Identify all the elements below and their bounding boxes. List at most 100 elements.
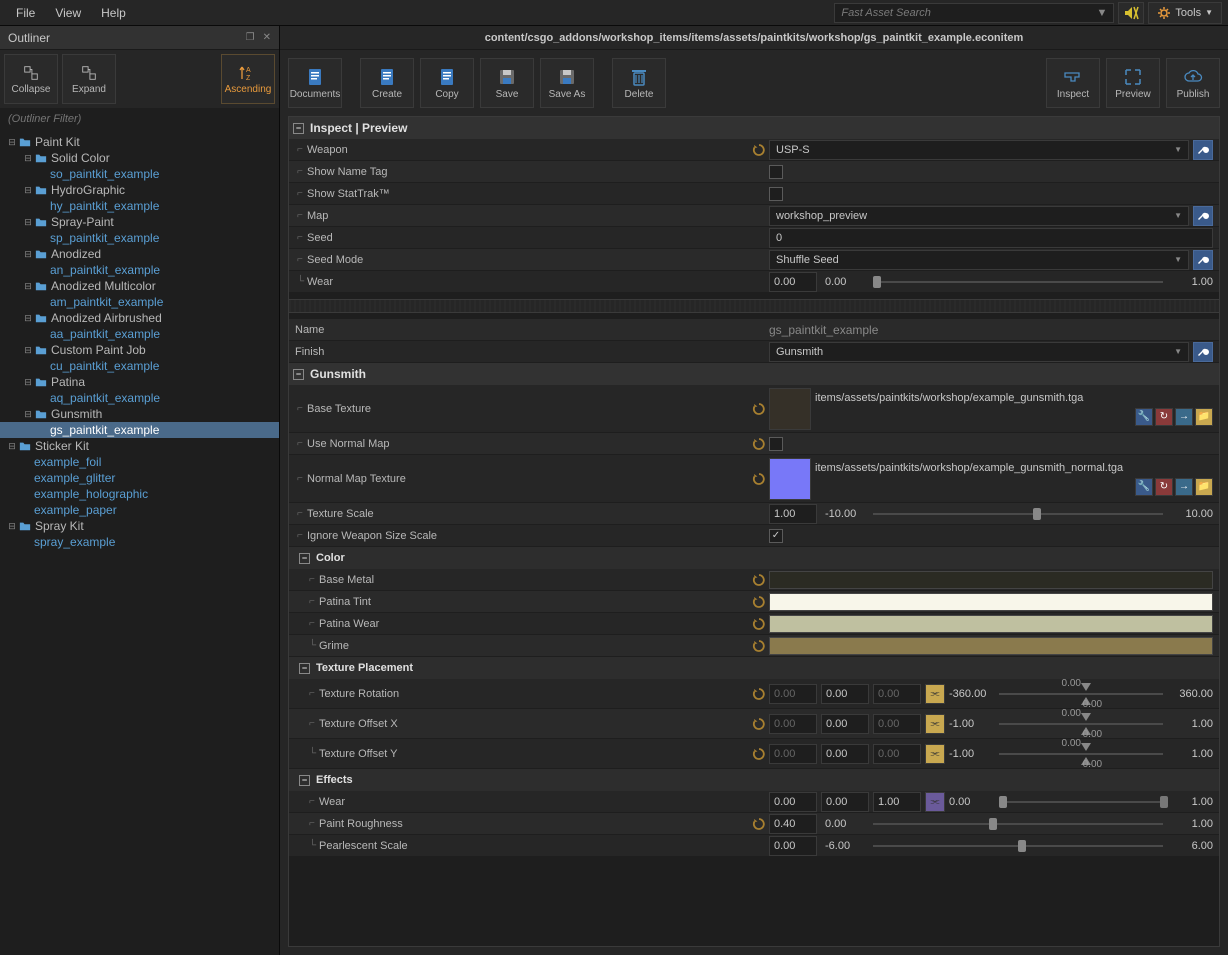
create-button[interactable]: Create <box>360 58 414 108</box>
section-effects[interactable]: −Effects <box>289 769 1219 791</box>
patina-tint-swatch[interactable] <box>769 593 1213 611</box>
refresh-button[interactable] <box>749 140 769 160</box>
rotation-v0[interactable]: 0.00 <box>769 684 817 704</box>
tree-item[interactable]: ⊟Spray-Paint <box>0 214 279 230</box>
wear-eff-v2[interactable]: 1.00 <box>873 792 921 812</box>
ascending-button[interactable]: Ascending <box>221 54 275 104</box>
expand-toggle[interactable]: ⊟ <box>6 137 18 148</box>
refresh-button[interactable] <box>749 592 769 612</box>
open-button[interactable]: → <box>1175 408 1193 426</box>
tree-item[interactable]: spray_example <box>0 534 279 550</box>
copy-button[interactable]: Copy <box>420 58 474 108</box>
refresh-button[interactable] <box>749 636 769 656</box>
tree-item[interactable]: sp_paintkit_example <box>0 230 279 246</box>
base-texture-thumb[interactable] <box>769 388 811 430</box>
tree-item[interactable]: am_paintkit_example <box>0 294 279 310</box>
search-input[interactable]: Fast Asset Search▼ <box>834 3 1114 23</box>
tree-item[interactable]: ⊟Custom Paint Job <box>0 342 279 358</box>
link-button[interactable]: ⫘ <box>925 792 945 812</box>
expand-toggle[interactable]: ⊟ <box>22 345 34 356</box>
rotation-v2[interactable]: 0.00 <box>873 684 921 704</box>
expand-toggle[interactable]: ⊟ <box>22 185 34 196</box>
save-button[interactable]: Save <box>480 58 534 108</box>
tree-item[interactable]: example_paper <box>0 502 279 518</box>
offset-y-v2[interactable]: 0.00 <box>873 744 921 764</box>
base-metal-swatch[interactable] <box>769 571 1213 589</box>
section-inspect-preview[interactable]: −Inspect | Preview <box>289 117 1219 139</box>
ignore-size-checkbox[interactable] <box>769 529 783 543</box>
tree-item[interactable]: ⊟Patina <box>0 374 279 390</box>
offset-x-slider[interactable]: 0.00 0.00 <box>999 710 1163 738</box>
tree-item[interactable]: an_paintkit_example <box>0 262 279 278</box>
rotation-v1[interactable]: 0.00 <box>821 684 869 704</box>
preview-button[interactable]: Preview <box>1106 58 1160 108</box>
tree-item[interactable]: ⊟Anodized <box>0 246 279 262</box>
offset-x-v1[interactable]: 0.00 <box>821 714 869 734</box>
reload-button[interactable]: ↻ <box>1155 408 1173 426</box>
finish-select[interactable]: Gunsmith▼ <box>769 342 1189 362</box>
dock-icon[interactable]: ❐ <box>246 32 255 43</box>
offset-x-v0[interactable]: 0.00 <box>769 714 817 734</box>
expand-toggle[interactable]: ⊟ <box>22 377 34 388</box>
inspect-button[interactable]: Inspect <box>1046 58 1100 108</box>
tree-item[interactable]: ⊟Anodized Airbrushed <box>0 310 279 326</box>
refresh-button[interactable] <box>749 399 769 419</box>
tree-item[interactable]: aq_paintkit_example <box>0 390 279 406</box>
expand-toggle[interactable]: ⊟ <box>6 441 18 452</box>
tree-item[interactable]: ⊟Solid Color <box>0 150 279 166</box>
weapon-select[interactable]: USP-S▼ <box>769 140 1189 160</box>
patina-wear-swatch[interactable] <box>769 615 1213 633</box>
expand-toggle[interactable]: ⊟ <box>22 313 34 324</box>
refresh-button[interactable] <box>749 469 769 489</box>
wrench-button[interactable] <box>1193 250 1213 270</box>
refresh-button[interactable] <box>749 814 769 834</box>
wrench-button[interactable] <box>1193 206 1213 226</box>
tree-item[interactable]: so_paintkit_example <box>0 166 279 182</box>
outliner-tree[interactable]: ⊟Paint Kit⊟Solid Colorso_paintkit_exampl… <box>0 130 279 955</box>
wrench-button[interactable] <box>1193 140 1213 160</box>
seed-input[interactable]: 0 <box>769 228 1213 248</box>
outliner-filter[interactable] <box>0 108 279 130</box>
grime-swatch[interactable] <box>769 637 1213 655</box>
delete-button[interactable]: Delete <box>612 58 666 108</box>
tree-item[interactable]: gs_paintkit_example <box>0 422 279 438</box>
browse-button[interactable]: 📁 <box>1195 478 1213 496</box>
refresh-button[interactable] <box>749 744 769 764</box>
wear-eff-slider[interactable] <box>999 792 1163 812</box>
offset-y-v1[interactable]: 0.00 <box>821 744 869 764</box>
tree-item[interactable]: ⊟Anodized Multicolor <box>0 278 279 294</box>
menu-help[interactable]: Help <box>91 2 136 24</box>
wrench-button[interactable]: 🔧 <box>1135 478 1153 496</box>
pearl-value[interactable]: 0.00 <box>769 836 817 856</box>
refresh-button[interactable] <box>749 434 769 454</box>
tree-item[interactable]: example_holographic <box>0 486 279 502</box>
tree-item[interactable]: aa_paintkit_example <box>0 326 279 342</box>
refresh-button[interactable] <box>749 684 769 704</box>
wear-value[interactable]: 0.00 <box>769 272 817 292</box>
tools-menu[interactable]: Tools▼ <box>1148 2 1222 24</box>
tree-item[interactable]: ⊟HydroGraphic <box>0 182 279 198</box>
texture-scale-value[interactable]: 1.00 <box>769 504 817 524</box>
pearl-slider[interactable] <box>873 836 1163 856</box>
expand-toggle[interactable]: ⊟ <box>22 153 34 164</box>
tree-item[interactable]: hy_paintkit_example <box>0 198 279 214</box>
offset-y-slider[interactable]: 0.00 0.00 <box>999 740 1163 768</box>
sound-toggle[interactable] <box>1118 2 1144 24</box>
roughness-value[interactable]: 0.40 <box>769 814 817 834</box>
map-select[interactable]: workshop_preview▼ <box>769 206 1189 226</box>
roughness-slider[interactable] <box>873 814 1163 834</box>
documents-button[interactable]: Documents <box>288 58 342 108</box>
refresh-button[interactable] <box>749 714 769 734</box>
texture-scale-slider[interactable] <box>873 504 1163 524</box>
menu-file[interactable]: File <box>6 2 45 24</box>
seed-mode-select[interactable]: Shuffle Seed▼ <box>769 250 1189 270</box>
show-name-tag-checkbox[interactable] <box>769 165 783 179</box>
use-normal-checkbox[interactable] <box>769 437 783 451</box>
reload-button[interactable]: ↻ <box>1155 478 1173 496</box>
link-button[interactable]: ⫘ <box>925 684 945 704</box>
wrench-button[interactable]: 🔧 <box>1135 408 1153 426</box>
tree-item[interactable]: cu_paintkit_example <box>0 358 279 374</box>
tree-item[interactable]: ⊟Gunsmith <box>0 406 279 422</box>
save-as-button[interactable]: Save As <box>540 58 594 108</box>
collapse-button[interactable]: Collapse <box>4 54 58 104</box>
